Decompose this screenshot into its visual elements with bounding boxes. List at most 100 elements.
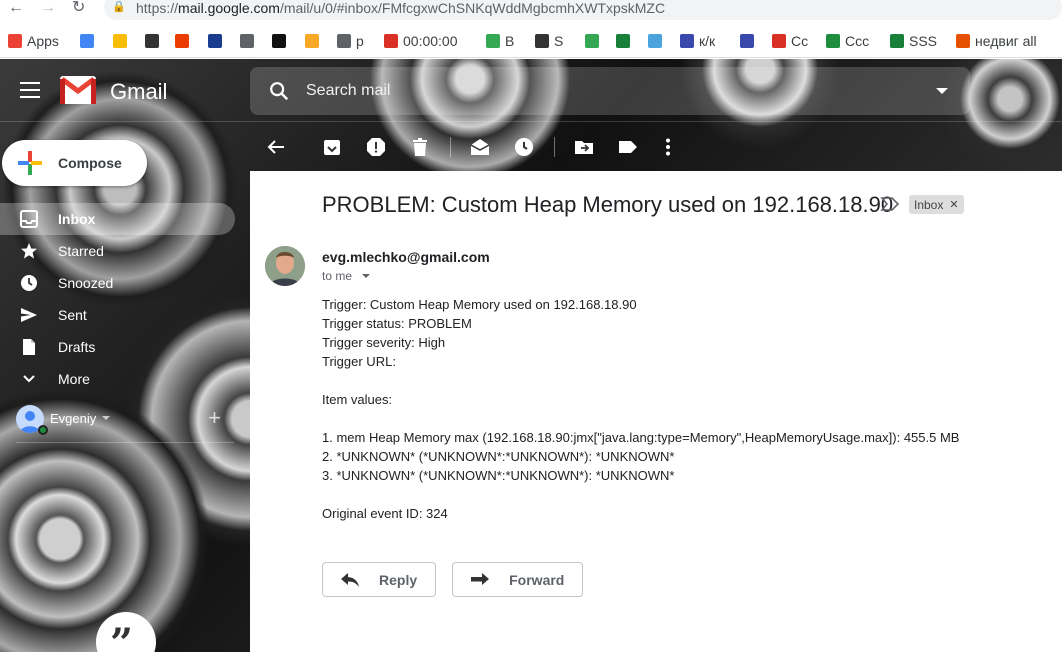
bookmark-office[interactable] bbox=[175, 32, 189, 50]
email-body-line bbox=[322, 409, 959, 428]
label-icon[interactable] bbox=[618, 137, 638, 157]
recipient-line[interactable]: to me bbox=[322, 269, 371, 283]
bookmark-label: SSS bbox=[909, 33, 938, 49]
bookmark-label: Apps bbox=[27, 33, 59, 49]
forward-arrow-icon[interactable]: → bbox=[40, 0, 56, 20]
sidebar-item-label: Sent bbox=[58, 307, 87, 323]
move-to-icon[interactable] bbox=[574, 137, 594, 157]
sidebar-item-drafts[interactable]: Drafts bbox=[0, 331, 235, 363]
sidebar-item-sent[interactable]: Sent bbox=[0, 299, 235, 331]
importance-marker-icon[interactable] bbox=[880, 196, 900, 212]
email-body-line: Item values: bbox=[322, 392, 393, 407]
snooze-icon[interactable] bbox=[514, 137, 534, 157]
bookmark-b[interactable]: B bbox=[486, 32, 514, 50]
chevron-down-icon bbox=[23, 375, 35, 383]
inbox-icon bbox=[20, 210, 38, 228]
delete-icon[interactable] bbox=[410, 137, 430, 157]
archive-icon[interactable] bbox=[322, 137, 342, 157]
bookmark-label: S bbox=[554, 33, 564, 49]
sidebar-nav: Inbox Starred Snoozed Sent Drafts More bbox=[0, 203, 235, 395]
back-arrow-icon[interactable]: ← bbox=[8, 0, 24, 20]
bookmark-folder[interactable] bbox=[240, 32, 254, 50]
compose-button[interactable]: Compose bbox=[2, 140, 147, 186]
email-body-line bbox=[322, 371, 959, 390]
gmail-app: Gmail Compose Inbox Starred bbox=[0, 59, 1062, 652]
bookmark-apps[interactable]: Apps bbox=[8, 32, 59, 50]
email-body-line: Original event ID: 324 bbox=[322, 506, 448, 521]
sidebar-item-inbox[interactable]: Inbox bbox=[0, 203, 235, 235]
sidebar-item-more[interactable]: More bbox=[0, 363, 235, 395]
main-menu-icon[interactable] bbox=[20, 82, 40, 98]
browser-address-row: ← → ↻ 🔒 https://mail.google.com/mail/u/0… bbox=[0, 0, 1062, 24]
remove-label-icon[interactable]: ✕ bbox=[949, 198, 958, 211]
sidebar-item-label: Drafts bbox=[58, 339, 96, 355]
sheets-icon bbox=[826, 34, 840, 48]
back-to-inbox-icon[interactable] bbox=[266, 137, 286, 157]
hangouts-account[interactable]: Evgeniy + bbox=[16, 403, 234, 443]
recipient-text: to me bbox=[322, 269, 353, 283]
gmail-logo-icon[interactable] bbox=[60, 76, 96, 104]
email-body-line bbox=[322, 485, 959, 504]
bookmark-s[interactable]: S bbox=[535, 32, 563, 50]
email-body-line: Trigger URL: bbox=[322, 354, 396, 369]
bookmark-label: к/к bbox=[699, 33, 716, 49]
globe-icon bbox=[680, 34, 694, 48]
bookmark-к-к[interactable]: к/к bbox=[680, 32, 715, 50]
bookmark-ff[interactable] bbox=[272, 32, 286, 50]
report-spam-icon[interactable] bbox=[366, 137, 386, 157]
compose-plus-icon bbox=[16, 149, 44, 177]
bookmark-globe[interactable] bbox=[740, 32, 754, 50]
sidebar-item-label: Starred bbox=[58, 243, 104, 259]
bookmark-00-00-00[interactable]: 00:00:00 bbox=[384, 32, 458, 50]
mark-unread-icon[interactable] bbox=[470, 137, 490, 157]
bookmark-p[interactable]: p bbox=[337, 32, 364, 50]
email-body-line: 3. *UNKNOWN* (*UNKNOWN*:*UNKNOWN*): *UNK… bbox=[322, 468, 675, 483]
blue-box-icon bbox=[648, 34, 662, 48]
send-icon bbox=[21, 308, 37, 322]
office-icon bbox=[175, 34, 189, 48]
bookmark-sss[interactable]: SSS bbox=[890, 32, 937, 50]
sender-avatar[interactable] bbox=[265, 246, 305, 286]
globe-icon bbox=[535, 34, 549, 48]
face-icon bbox=[956, 34, 970, 48]
bookmark-label: Cc bbox=[791, 33, 809, 49]
bookmark-drive[interactable] bbox=[113, 32, 127, 50]
bookmark-maps[interactable] bbox=[585, 32, 599, 50]
search-icon[interactable] bbox=[268, 80, 290, 102]
reload-icon[interactable]: ↻ bbox=[72, 0, 85, 20]
forward-label: Forward bbox=[509, 571, 565, 588]
bookmark-label: недвиг all bbox=[975, 33, 1037, 49]
search-options-icon[interactable] bbox=[936, 88, 948, 94]
sidebar-item-snoozed[interactable]: Snoozed bbox=[0, 267, 235, 299]
sidebar-item-label: Snoozed bbox=[58, 275, 114, 291]
bookmark-недвиг-all[interactable]: недвиг all bbox=[956, 32, 1037, 50]
reply-button[interactable]: Reply bbox=[322, 562, 437, 597]
reply-label: Reply bbox=[379, 571, 418, 588]
folder-icon bbox=[337, 34, 351, 48]
gmail-header: Gmail bbox=[0, 59, 1062, 122]
bookmark-blue-box[interactable] bbox=[648, 32, 662, 50]
sidebar-item-label: Inbox bbox=[58, 211, 96, 227]
sidebar-item-starred[interactable]: Starred bbox=[0, 235, 235, 267]
gmail-logo-text[interactable]: Gmail bbox=[110, 79, 167, 105]
more-options-icon[interactable] bbox=[658, 137, 678, 157]
account-name[interactable]: Evgeniy bbox=[50, 411, 96, 426]
forward-button[interactable]: Forward bbox=[452, 562, 584, 597]
bookmark-cc[interactable]: Cc bbox=[772, 32, 808, 50]
bookmark-ccc[interactable]: Ccc bbox=[826, 32, 869, 50]
bookmark-translate[interactable] bbox=[80, 32, 94, 50]
show-details-icon[interactable] bbox=[362, 274, 371, 278]
sender-email[interactable]: evg.mlechko@gmail.com bbox=[322, 249, 490, 265]
add-contact-icon[interactable]: + bbox=[208, 405, 221, 431]
bookmark-code[interactable] bbox=[616, 32, 630, 50]
bookmark-globe[interactable] bbox=[145, 32, 159, 50]
url-text[interactable]: https://mail.google.com/mail/u/0/#inbox/… bbox=[136, 0, 665, 16]
search-input[interactable] bbox=[306, 67, 906, 115]
lock-icon[interactable]: 🔒 bbox=[112, 0, 126, 13]
toolbar-divider bbox=[450, 137, 451, 157]
bookmark-label: Ccc bbox=[845, 33, 870, 49]
bookmark-orange-circle[interactable] bbox=[305, 32, 319, 50]
bookmark-weather-channel[interactable] bbox=[208, 32, 222, 50]
account-dropdown-icon[interactable] bbox=[102, 416, 110, 420]
label-badge-text: Inbox bbox=[914, 197, 944, 212]
